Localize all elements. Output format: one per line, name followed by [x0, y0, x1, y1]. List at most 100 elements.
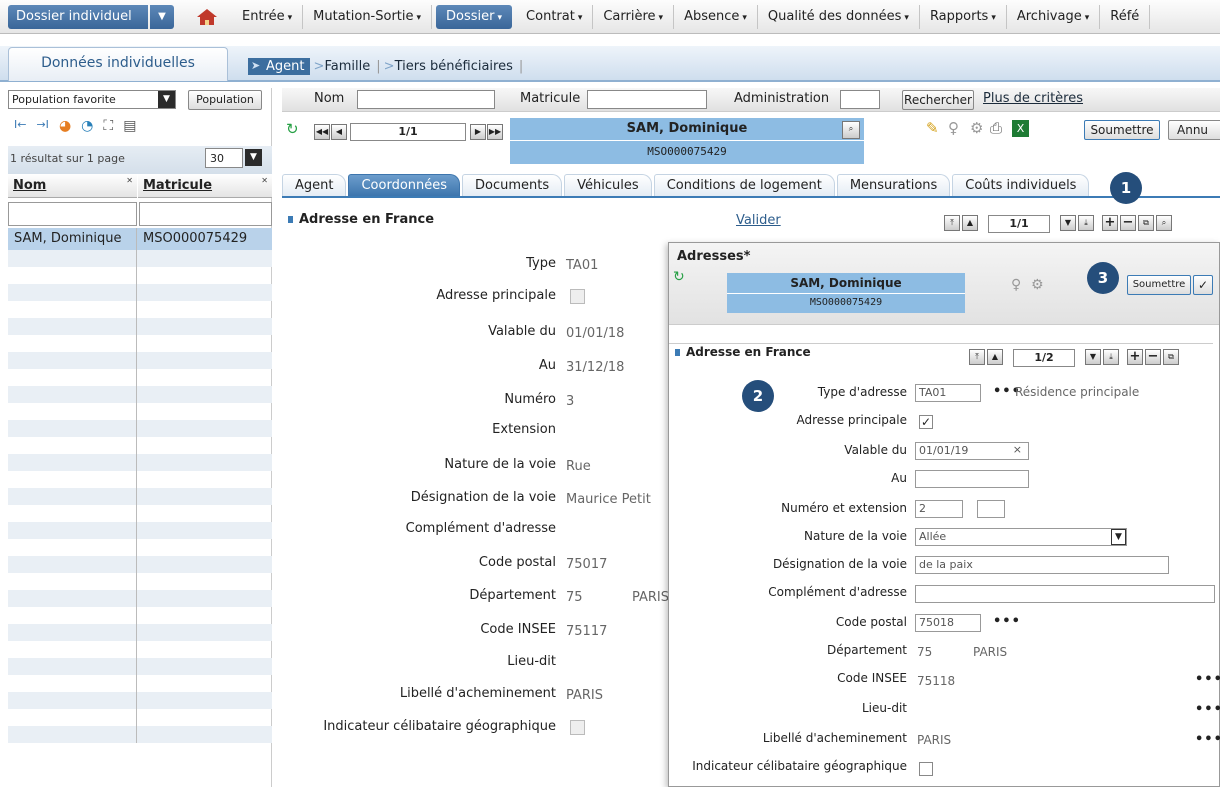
extension-input[interactable]: [977, 500, 1005, 518]
designation-input[interactable]: de la paix: [915, 556, 1169, 574]
refresh-icon[interactable]: ↻: [673, 269, 685, 285]
ellipsis-icon[interactable]: •••: [993, 614, 1021, 629]
menu-item-8[interactable]: Archivage ▾: [1007, 5, 1101, 29]
remove-icon[interactable]: −: [1145, 349, 1161, 365]
crumb-tiers[interactable]: Tiers bénéficiaires: [381, 58, 519, 75]
empty-row[interactable]: [8, 454, 272, 471]
section-pager[interactable]: 1/1: [988, 215, 1050, 233]
ellipsis-icon[interactable]: •••: [1195, 732, 1220, 747]
tab-3[interactable]: Véhicules: [564, 174, 652, 196]
record-pager[interactable]: 1/1: [350, 123, 466, 141]
sort-icon[interactable]: ✕: [261, 176, 268, 185]
chevron-down-icon[interactable]: ▼: [245, 149, 262, 166]
clear-icon[interactable]: ×: [1013, 443, 1022, 456]
copy-icon[interactable]: ⧉: [1163, 349, 1179, 365]
empty-row[interactable]: [8, 267, 272, 284]
menu-item-9[interactable]: Réfé: [1100, 5, 1151, 29]
pie-chart-alt-icon[interactable]: ◔: [81, 118, 93, 134]
first-page-icon[interactable]: ⤒: [969, 349, 985, 365]
remove-icon[interactable]: −: [1120, 215, 1136, 231]
complement-input[interactable]: [915, 585, 1215, 603]
empty-row[interactable]: [8, 386, 272, 403]
pie-chart-icon[interactable]: ◕: [59, 118, 71, 134]
first-record-icon[interactable]: ◀◀: [314, 124, 330, 140]
administration-input[interactable]: [840, 90, 880, 109]
home-icon[interactable]: [196, 8, 218, 26]
empty-row[interactable]: [8, 675, 272, 692]
first-page-icon[interactable]: ⤒: [944, 215, 960, 231]
tab-0[interactable]: Agent: [282, 174, 347, 196]
wand-icon[interactable]: ✎: [926, 119, 939, 137]
search-icon[interactable]: ⌕: [1156, 215, 1172, 231]
type-address-input[interactable]: TA01: [915, 384, 981, 402]
cancel-button[interactable]: Annu: [1168, 120, 1220, 140]
au-input[interactable]: [915, 470, 1029, 488]
menu-item-5[interactable]: Absence ▾: [674, 5, 758, 29]
empty-row[interactable]: [8, 250, 272, 267]
page-size-select[interactable]: 30: [205, 148, 243, 168]
excel-icon[interactable]: X: [1012, 120, 1029, 137]
popup-submit-button[interactable]: Soumettre: [1127, 275, 1191, 295]
print-icon[interactable]: ⎙: [990, 119, 1002, 137]
valable-input[interactable]: 01/01/19 ×: [915, 442, 1029, 460]
menu-item-1[interactable]: Mutation-Sortie ▾: [303, 5, 433, 29]
submit-button[interactable]: Soumettre: [1084, 120, 1160, 140]
last-record-icon[interactable]: ▶▶: [487, 124, 503, 140]
crumb-famille[interactable]: Famille: [310, 58, 376, 75]
empty-row[interactable]: [8, 505, 272, 522]
tab-6[interactable]: Coûts individuels: [952, 174, 1090, 196]
empty-row[interactable]: [8, 607, 272, 624]
next-record-icon[interactable]: ▶: [470, 124, 486, 140]
prev-page-icon[interactable]: ▲: [962, 215, 978, 231]
nom-input[interactable]: [357, 90, 495, 109]
empty-row[interactable]: [8, 692, 272, 709]
popup-pager[interactable]: 1/2: [1013, 349, 1075, 367]
menu-item-3[interactable]: Contrat ▾: [516, 5, 594, 29]
add-icon[interactable]: +: [1127, 349, 1143, 365]
empty-row[interactable]: [8, 522, 272, 539]
ellipsis-icon[interactable]: •••: [1195, 702, 1220, 717]
tab-donnees-individuelles[interactable]: Données individuelles: [8, 47, 228, 81]
copy-icon[interactable]: ⧉: [1138, 215, 1154, 231]
check-icon[interactable]: ✓: [1193, 275, 1213, 295]
chevron-down-icon[interactable]: ▼: [1111, 529, 1126, 545]
empty-row[interactable]: [8, 726, 272, 743]
export-icon[interactable]: ▤: [123, 118, 136, 134]
next-page-icon[interactable]: ▼: [1060, 215, 1076, 231]
empty-row[interactable]: [8, 301, 272, 318]
empty-row[interactable]: [8, 539, 272, 556]
tab-2[interactable]: Documents: [462, 174, 563, 196]
filter-matricule-input[interactable]: [139, 202, 272, 226]
last-page-icon[interactable]: ⤓: [1103, 349, 1119, 365]
chevron-down-icon[interactable]: ▼: [158, 91, 175, 108]
empty-row[interactable]: [8, 352, 272, 369]
tab-1[interactable]: Coordonnées: [348, 174, 461, 196]
principale-checkbox[interactable]: ✓: [919, 415, 933, 429]
chevron-down-icon[interactable]: ▼: [150, 5, 174, 29]
matricule-input[interactable]: [587, 90, 707, 109]
menu-item-2[interactable]: Dossier ▾: [436, 5, 513, 29]
prev-record-icon[interactable]: ◀: [331, 124, 347, 140]
nature-select[interactable]: Allée: [915, 528, 1127, 546]
empty-row[interactable]: [8, 403, 272, 420]
search-icon[interactable]: ⌕: [842, 121, 860, 139]
add-icon[interactable]: +: [1102, 215, 1118, 231]
first-icon[interactable]: I←: [14, 118, 26, 134]
empty-row[interactable]: [8, 658, 272, 675]
gear-icon[interactable]: ⚙: [1031, 277, 1044, 293]
empty-row[interactable]: [8, 335, 272, 352]
empty-row[interactable]: [8, 369, 272, 386]
search-button[interactable]: Rechercher: [902, 90, 974, 110]
ellipsis-icon[interactable]: •••: [1195, 672, 1220, 687]
menu-item-7[interactable]: Rapports ▾: [920, 5, 1007, 29]
sort-icon[interactable]: ✕: [126, 176, 133, 185]
lightbulb-icon[interactable]: ♀: [1011, 277, 1021, 293]
menu-item-4[interactable]: Carrière ▾: [593, 5, 675, 29]
tab-5[interactable]: Mensurations: [836, 174, 951, 196]
celib-checkbox[interactable]: [919, 762, 933, 776]
population-button[interactable]: Population: [188, 90, 262, 110]
last-icon[interactable]: →I: [36, 118, 48, 134]
validate-link[interactable]: Valider: [736, 213, 781, 228]
refresh-icon[interactable]: ↻: [286, 120, 299, 138]
tab-4[interactable]: Conditions de logement: [653, 174, 835, 196]
